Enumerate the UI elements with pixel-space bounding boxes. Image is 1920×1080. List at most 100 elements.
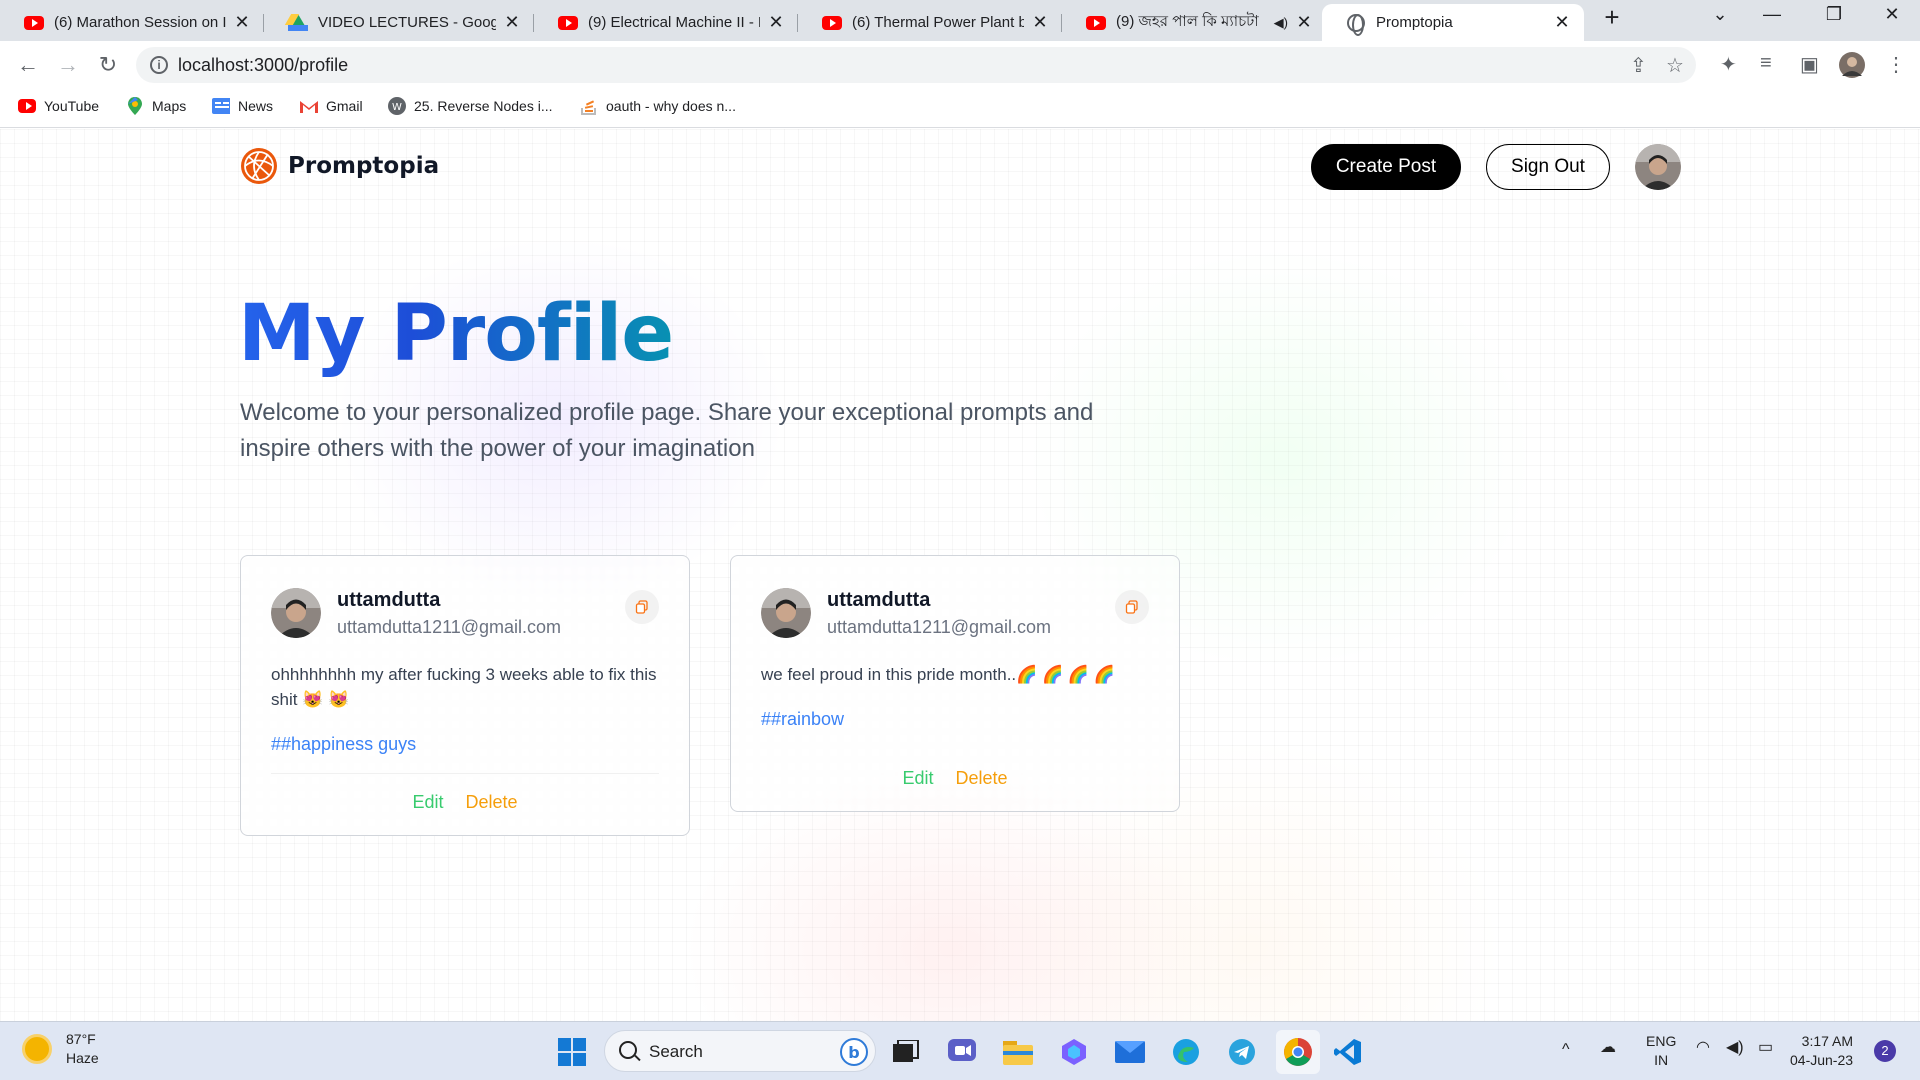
chrome-taskbar-icon[interactable] (1276, 1030, 1320, 1074)
bookmark-maps[interactable]: Maps (126, 97, 186, 115)
mail-icon[interactable] (1110, 1032, 1150, 1072)
close-icon[interactable]: ✕ (502, 12, 522, 33)
reload-icon[interactable]: ↻ (94, 51, 122, 79)
svg-text:W: W (392, 102, 402, 113)
edit-button[interactable]: Edit (902, 768, 933, 789)
close-icon[interactable]: ✕ (1294, 12, 1314, 33)
copilot-icon[interactable] (1054, 1032, 1094, 1072)
author-username: uttamdutta (337, 589, 441, 611)
create-post-button[interactable]: Create Post (1311, 144, 1461, 190)
sign-out-button[interactable]: Sign Out (1486, 144, 1610, 190)
youtube-icon (822, 13, 842, 33)
prompt-card[interactable]: uttamdutta uttamdutta1211@gmail.com we f… (730, 555, 1180, 812)
extensions-icon[interactable]: ✦ (1720, 52, 1737, 77)
forward-arrow-icon[interactable]: → (54, 51, 82, 79)
gmail-icon (300, 97, 318, 115)
browser-toolbar: ← → ↻ i localhost:3000/profile ⇪ ☆ (0, 41, 1920, 89)
copy-button[interactable] (1115, 590, 1149, 624)
vscode-icon[interactable] (1328, 1032, 1368, 1072)
bookmark-label: News (238, 98, 274, 114)
region-code: IN (1654, 1052, 1669, 1068)
prompt-tag[interactable]: ##rainbow (761, 709, 1149, 730)
bookmark-reverse-nodes[interactable]: W 25. Reverse Nodes i... (388, 97, 553, 115)
telegram-icon[interactable] (1222, 1032, 1262, 1072)
bookmark-label: oauth - why does n... (606, 98, 736, 114)
side-panel-icon[interactable]: ▣ (1800, 52, 1819, 77)
back-arrow-icon[interactable]: ← (14, 51, 42, 79)
browser-tab[interactable]: (9) জহর পাল কি ম্যাচটা ◀) ✕ (1062, 4, 1326, 41)
bookmark-star-icon[interactable]: ☆ (1666, 53, 1684, 78)
window-close-button[interactable]: ✕ (1872, 4, 1912, 25)
chrome-menu-icon[interactable]: ⋮ (1886, 52, 1906, 77)
file-explorer-icon[interactable] (998, 1032, 1038, 1072)
windows-taskbar: 87°F Haze Search b ^ ☁ ENG IN ◠ ◀) ▭ 3:1… (0, 1021, 1920, 1080)
close-icon[interactable]: ✕ (232, 12, 252, 33)
weather-haze-icon (22, 1034, 52, 1064)
browser-tab-active[interactable]: Promptopia ✕ (1322, 4, 1584, 41)
browser-tab[interactable]: (6) Thermal Power Plant by ✕ (798, 4, 1062, 41)
delete-button[interactable]: Delete (956, 768, 1008, 789)
weather-temperature: 87°F (66, 1031, 96, 1047)
media-control-icon[interactable]: ≡ (1760, 52, 1772, 75)
profile-avatar[interactable] (1839, 52, 1865, 78)
prompt-tag[interactable]: ##happiness guys (271, 734, 659, 755)
bookmark-gmail[interactable]: Gmail (300, 97, 363, 115)
task-view-icon[interactable] (886, 1032, 926, 1072)
address-bar[interactable]: i localhost:3000/profile ⇪ ☆ (136, 47, 1696, 83)
browser-tab[interactable]: VIDEO LECTURES - Google ✕ (264, 4, 534, 41)
notification-badge[interactable]: 2 (1874, 1040, 1896, 1062)
prompt-text: ohhhhhhhh my after fucking 3 weeks able … (271, 665, 657, 709)
url-text[interactable]: localhost:3000/profile (178, 55, 348, 76)
clock-time: 3:17 AM (1801, 1033, 1854, 1049)
browser-tab[interactable]: (6) Marathon Session on Ind ✕ (0, 4, 264, 41)
browser-tab-bar: (6) Marathon Session on Ind ✕ VIDEO LECT… (0, 0, 1920, 41)
edit-button[interactable]: Edit (412, 792, 443, 813)
volume-icon[interactable]: ◀) (1726, 1038, 1744, 1057)
copy-button[interactable] (625, 590, 659, 624)
prompt-card[interactable]: uttamdutta uttamdutta1211@gmail.com ohhh… (240, 555, 690, 836)
youtube-icon (24, 13, 44, 33)
speaker-icon[interactable]: ◀) (1274, 15, 1288, 31)
stackoverflow-icon (580, 97, 598, 115)
bookmark-news[interactable]: News (212, 97, 273, 115)
card-actions: Edit Delete (761, 768, 1149, 789)
card-author[interactable]: uttamdutta uttamdutta1211@gmail.com (761, 588, 1149, 640)
user-avatar[interactable] (1635, 144, 1681, 190)
show-hidden-icons-icon[interactable]: ^ (1562, 1040, 1570, 1059)
onedrive-offline-icon[interactable]: ☁ (1600, 1038, 1616, 1057)
minimize-button[interactable]: — (1752, 4, 1792, 25)
site-info-icon[interactable]: i (150, 56, 168, 74)
new-tab-button[interactable]: + (1592, 2, 1632, 33)
clock[interactable]: 3:17 AM 04-Jun-23 (1790, 1032, 1853, 1070)
language-indicator[interactable]: ENG IN (1646, 1032, 1676, 1070)
taskbar-search[interactable]: Search b (604, 1030, 876, 1072)
svg-text:b: b (848, 1043, 859, 1062)
battery-icon[interactable]: ▭ (1758, 1038, 1773, 1057)
page-title: My Profile (238, 289, 674, 379)
author-avatar (271, 588, 321, 638)
bookmark-oauth[interactable]: oauth - why does n... (580, 97, 736, 115)
card-author[interactable]: uttamdutta uttamdutta1211@gmail.com (271, 588, 659, 640)
close-icon[interactable]: ✕ (1552, 12, 1572, 33)
share-icon[interactable]: ⇪ (1630, 53, 1647, 78)
weather-description: Haze (66, 1050, 99, 1066)
tab-search-icon[interactable]: ⌄ (1700, 4, 1740, 25)
bing-icon[interactable]: b (839, 1037, 869, 1067)
delete-button[interactable]: Delete (466, 792, 518, 813)
w-icon: W (388, 97, 406, 115)
bookmark-youtube[interactable]: YouTube (18, 97, 99, 115)
browser-tab[interactable]: (9) Electrical Machine II - LI ✕ (534, 4, 798, 41)
youtube-icon (1086, 13, 1106, 33)
search-icon (619, 1041, 637, 1059)
brand-logo-link[interactable]: Promptopia (240, 147, 439, 185)
edge-browser-icon[interactable] (1166, 1032, 1206, 1072)
weather-widget[interactable]: 87°F Haze (22, 1030, 99, 1068)
bookmark-label: Maps (152, 98, 187, 114)
wifi-icon[interactable]: ◠ (1696, 1038, 1710, 1057)
close-icon[interactable]: ✕ (1030, 12, 1050, 33)
teams-chat-icon[interactable] (942, 1032, 982, 1072)
maximize-button[interactable]: ❐ (1814, 4, 1854, 25)
start-button[interactable] (552, 1032, 592, 1072)
close-icon[interactable]: ✕ (766, 12, 786, 33)
youtube-icon (18, 97, 36, 115)
